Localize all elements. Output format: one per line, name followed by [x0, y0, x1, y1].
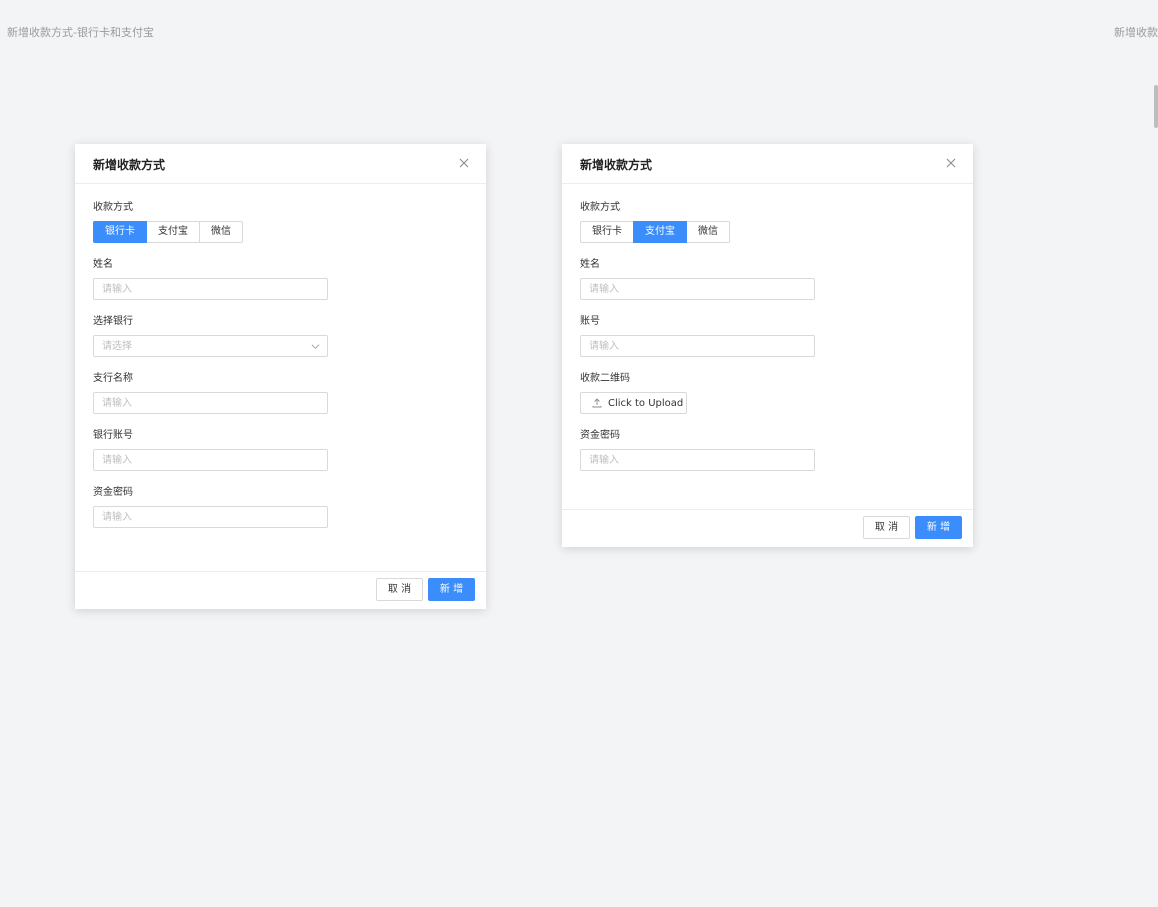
submit-button[interactable]: 新 增	[915, 516, 962, 539]
cancel-button[interactable]: 取 消	[863, 516, 910, 539]
method-segmented-control: 银行卡 支付宝 微信	[93, 221, 468, 243]
add-payment-dialog-bank: 新增收款方式 收款方式 银行卡 支付宝 微信 姓名 请输入 选择银行 请选择 支…	[75, 144, 486, 609]
name-label: 姓名	[580, 259, 600, 270]
account-field: 账号 请输入	[580, 316, 955, 357]
submit-button[interactable]: 新 增	[428, 578, 475, 601]
password-placeholder: 请输入	[102, 512, 132, 523]
account-placeholder: 请输入	[102, 455, 132, 466]
method-label: 收款方式	[93, 202, 133, 213]
name-placeholder: 请输入	[589, 284, 619, 295]
password-label: 资金密码	[580, 430, 620, 441]
upload-icon	[592, 398, 602, 408]
method-field: 收款方式 银行卡 支付宝 微信	[580, 202, 955, 243]
name-input[interactable]: 请输入	[93, 278, 328, 300]
cancel-button[interactable]: 取 消	[376, 578, 423, 601]
password-field: 资金密码 请输入	[580, 430, 955, 471]
account-label: 账号	[580, 316, 600, 327]
account-field: 银行账号 请输入	[93, 430, 468, 471]
branch-label: 支行名称	[93, 373, 133, 384]
dialog-title: 新增收款方式	[93, 158, 166, 172]
dialog-body: 收款方式 银行卡 支付宝 微信 姓名 请输入 选择银行 请选择 支行名称 请输入…	[75, 184, 486, 528]
scrollbar-thumb[interactable]	[1154, 85, 1158, 128]
method-tab-alipay[interactable]: 支付宝	[146, 221, 200, 243]
method-tab-bank-card[interactable]: 银行卡	[93, 221, 147, 243]
dialog-footer: 取 消 新 增	[562, 509, 973, 547]
close-icon[interactable]	[945, 157, 957, 169]
dialog-body: 收款方式 银行卡 支付宝 微信 姓名 请输入 账号 请输入 收款二维码 Clic…	[562, 184, 973, 471]
method-tab-alipay[interactable]: 支付宝	[633, 221, 687, 243]
dialog-header: 新增收款方式	[75, 144, 486, 184]
bank-label: 选择银行	[93, 316, 133, 327]
password-label: 资金密码	[93, 487, 133, 498]
dialog-header: 新增收款方式	[562, 144, 973, 184]
method-tab-wechat[interactable]: 微信	[686, 221, 730, 243]
bank-select[interactable]: 请选择	[93, 335, 328, 357]
dialog-footer: 取 消 新 增	[75, 571, 486, 609]
account-label: 银行账号	[93, 430, 133, 441]
bank-placeholder: 请选择	[102, 341, 132, 352]
chevron-down-icon	[311, 344, 320, 349]
method-field: 收款方式 银行卡 支付宝 微信	[93, 202, 468, 243]
password-input[interactable]: 请输入	[93, 506, 328, 528]
branch-input[interactable]: 请输入	[93, 392, 328, 414]
upload-button[interactable]: Click to Upload	[580, 392, 687, 414]
method-label: 收款方式	[580, 202, 620, 213]
canvas: 新增收款方式-银行卡和支付宝 新增收款 新增收款方式 收款方式 银行卡 支付宝 …	[0, 0, 1158, 907]
name-placeholder: 请输入	[102, 284, 132, 295]
account-input[interactable]: 请输入	[93, 449, 328, 471]
close-icon[interactable]	[458, 157, 470, 169]
password-field: 资金密码 请输入	[93, 487, 468, 528]
frame-title-secondary: 新增收款	[1114, 26, 1158, 39]
add-payment-dialog-alipay: 新增收款方式 收款方式 银行卡 支付宝 微信 姓名 请输入 账号 请输入 收款二…	[562, 144, 973, 547]
method-segmented-control: 银行卡 支付宝 微信	[580, 221, 955, 243]
name-field: 姓名 请输入	[580, 259, 955, 300]
qrcode-label: 收款二维码	[580, 373, 630, 384]
name-input[interactable]: 请输入	[580, 278, 815, 300]
method-tab-bank-card[interactable]: 银行卡	[580, 221, 634, 243]
name-field: 姓名 请输入	[93, 259, 468, 300]
account-placeholder: 请输入	[589, 341, 619, 352]
password-input[interactable]: 请输入	[580, 449, 815, 471]
qrcode-field: 收款二维码 Click to Upload	[580, 373, 955, 414]
name-label: 姓名	[93, 259, 113, 270]
method-tab-wechat[interactable]: 微信	[199, 221, 243, 243]
bank-field: 选择银行 请选择	[93, 316, 468, 357]
password-placeholder: 请输入	[589, 455, 619, 466]
branch-field: 支行名称 请输入	[93, 373, 468, 414]
branch-placeholder: 请输入	[102, 398, 132, 409]
frame-title: 新增收款方式-银行卡和支付宝	[7, 26, 154, 39]
upload-label: Click to Upload	[608, 397, 684, 409]
account-input[interactable]: 请输入	[580, 335, 815, 357]
dialog-title: 新增收款方式	[580, 158, 653, 172]
